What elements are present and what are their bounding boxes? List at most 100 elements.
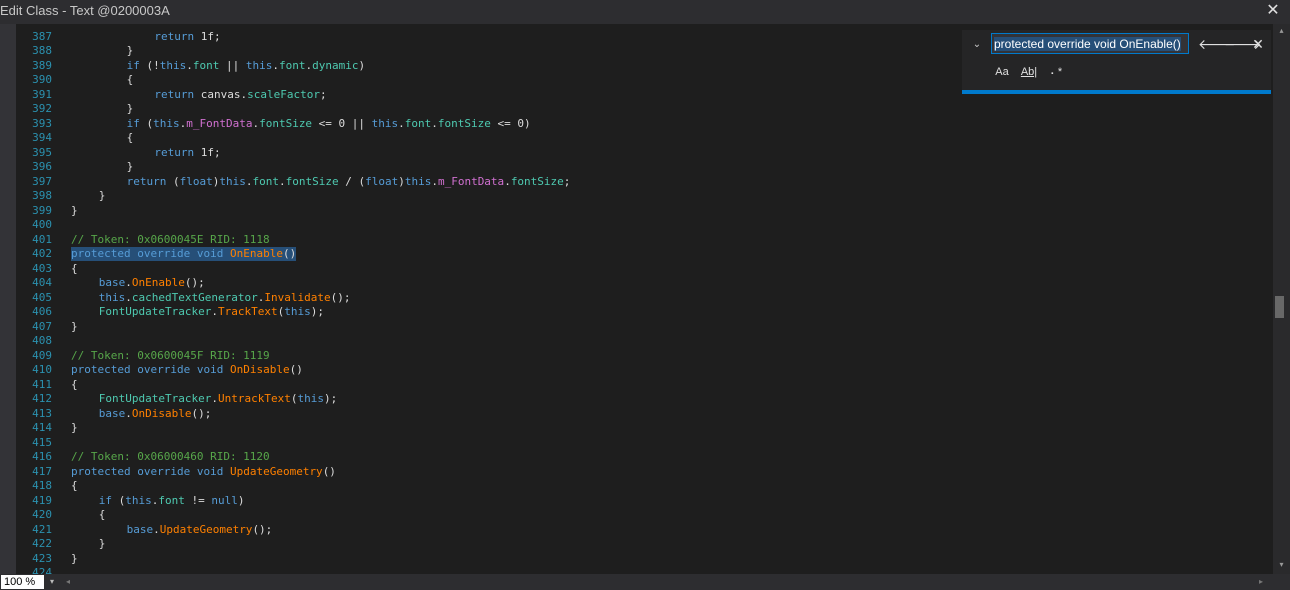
line-code: base.OnDisable(); [99,407,212,421]
line-code: } [127,102,134,116]
line-number: 415 [32,436,52,449]
find-input[interactable]: protected override void OnEnable() [991,33,1189,54]
line-number: 423 [32,552,52,565]
line-code: FontUpdateTracker.TrackText(this); [99,305,324,319]
line-number: 407 [32,320,52,333]
scroll-right-icon[interactable]: ▸ [1259,575,1269,589]
match-case-button[interactable]: Aa [993,64,1011,80]
line-number: 390 [32,73,52,86]
zoom-dropdown-icon[interactable]: ▾ [46,575,58,589]
code-token: (); [184,276,205,289]
regex-icon: ⠄* [1049,66,1063,78]
line-code: } [127,160,134,174]
code-token: FontUpdateTracker [98,305,212,318]
line-code: protected override void OnEnable() [71,247,297,261]
line-number: 391 [32,88,52,101]
line-code: { [71,262,78,276]
find-close-button[interactable]: ✕ [1249,36,1267,54]
line-number: 417 [32,465,52,478]
code-token: float [365,175,399,188]
line-number: 392 [32,102,52,115]
line-code: } [127,44,134,58]
code-token: UpdateGeometry [229,465,323,478]
code-token: } [98,537,106,550]
line-code: { [127,131,134,145]
code-token: { [126,73,134,86]
scroll-down-icon[interactable]: ▾ [1273,559,1290,571]
code-token: . [278,175,286,188]
code-token: } [71,204,78,217]
code-token: void [196,465,224,478]
line-number: 413 [32,407,52,420]
code-token: <= 0) [490,117,531,130]
code-token: this [219,175,246,188]
match-whole-word-button[interactable]: Ab| [1019,64,1039,80]
code-token: . [186,59,193,72]
line-number: 410 [32,363,52,376]
whole-word-icon: Ab| [1020,66,1038,78]
line-code: } [99,537,106,551]
code-token: <= 0 || [312,117,372,130]
line-number: 421 [32,523,52,536]
line-number: 420 [32,508,52,521]
line-number: 389 [32,59,52,72]
code-token: this [159,59,187,72]
code-token: { [71,262,78,275]
code-token: m_FontData [437,175,505,188]
line-number: 403 [32,262,52,275]
code-token: FontUpdateTracker [98,392,212,405]
code-token: } [98,189,106,202]
status-bar [0,574,1290,590]
title-bar: Edit Class - Text @0200003A ✕ [0,0,1290,24]
find-previous-button[interactable]: 🡐 [1198,36,1236,54]
zoom-level[interactable]: 100 % [1,575,44,589]
glyph-margin [0,24,16,574]
code-token: // Token: 0x06000460 RID: 1120 [71,450,270,463]
toggle-replace-chevron-icon[interactable]: ⌄ [970,39,984,50]
code-token: } [126,44,134,57]
code-token: () [289,363,303,376]
line-code: } [71,320,78,334]
line-number: 409 [32,349,52,362]
find-next-button[interactable]: 🡒 [1224,36,1262,54]
close-window-button[interactable]: ✕ [1262,1,1284,23]
line-number: 398 [32,189,52,202]
code-token: override [137,247,191,260]
code-token: base [98,407,126,420]
code-token: } [71,552,78,565]
line-code: this.cachedTextGenerator.Invalidate(); [99,291,351,305]
line-code: base.UpdateGeometry(); [127,523,273,537]
code-token: override [137,363,191,376]
line-number: 404 [32,276,52,289]
scroll-left-icon[interactable]: ◂ [66,575,76,589]
use-regex-button[interactable]: ⠄* [1047,64,1065,80]
code-token: ) [398,175,405,188]
code-token: } [71,421,78,434]
code-token: ( [139,117,154,130]
line-number: 397 [32,175,52,188]
code-token: this [153,117,180,130]
code-token: ); [324,392,338,405]
code-token: } [71,320,78,333]
line-number: 400 [32,218,52,231]
code-token: this [284,305,311,318]
vertical-scroll-thumb[interactable] [1275,296,1284,318]
line-code: return 1f; [154,30,220,44]
code-token: protected [71,465,131,478]
line-number: 419 [32,494,52,507]
line-code: if (this.font != null) [99,494,245,508]
line-code: { [99,508,106,522]
code-token: . [153,523,160,536]
code-token: OnDisable [131,407,192,420]
line-code: { [71,479,78,493]
code-token: m_FontData [186,117,253,130]
code-token: this [98,291,126,304]
scroll-up-icon[interactable]: ▴ [1273,25,1290,37]
code-editor[interactable]: 387 return 1f; 388} 389 if (!this.font || th… [16,30,1272,574]
line-number: 387 [32,30,52,43]
